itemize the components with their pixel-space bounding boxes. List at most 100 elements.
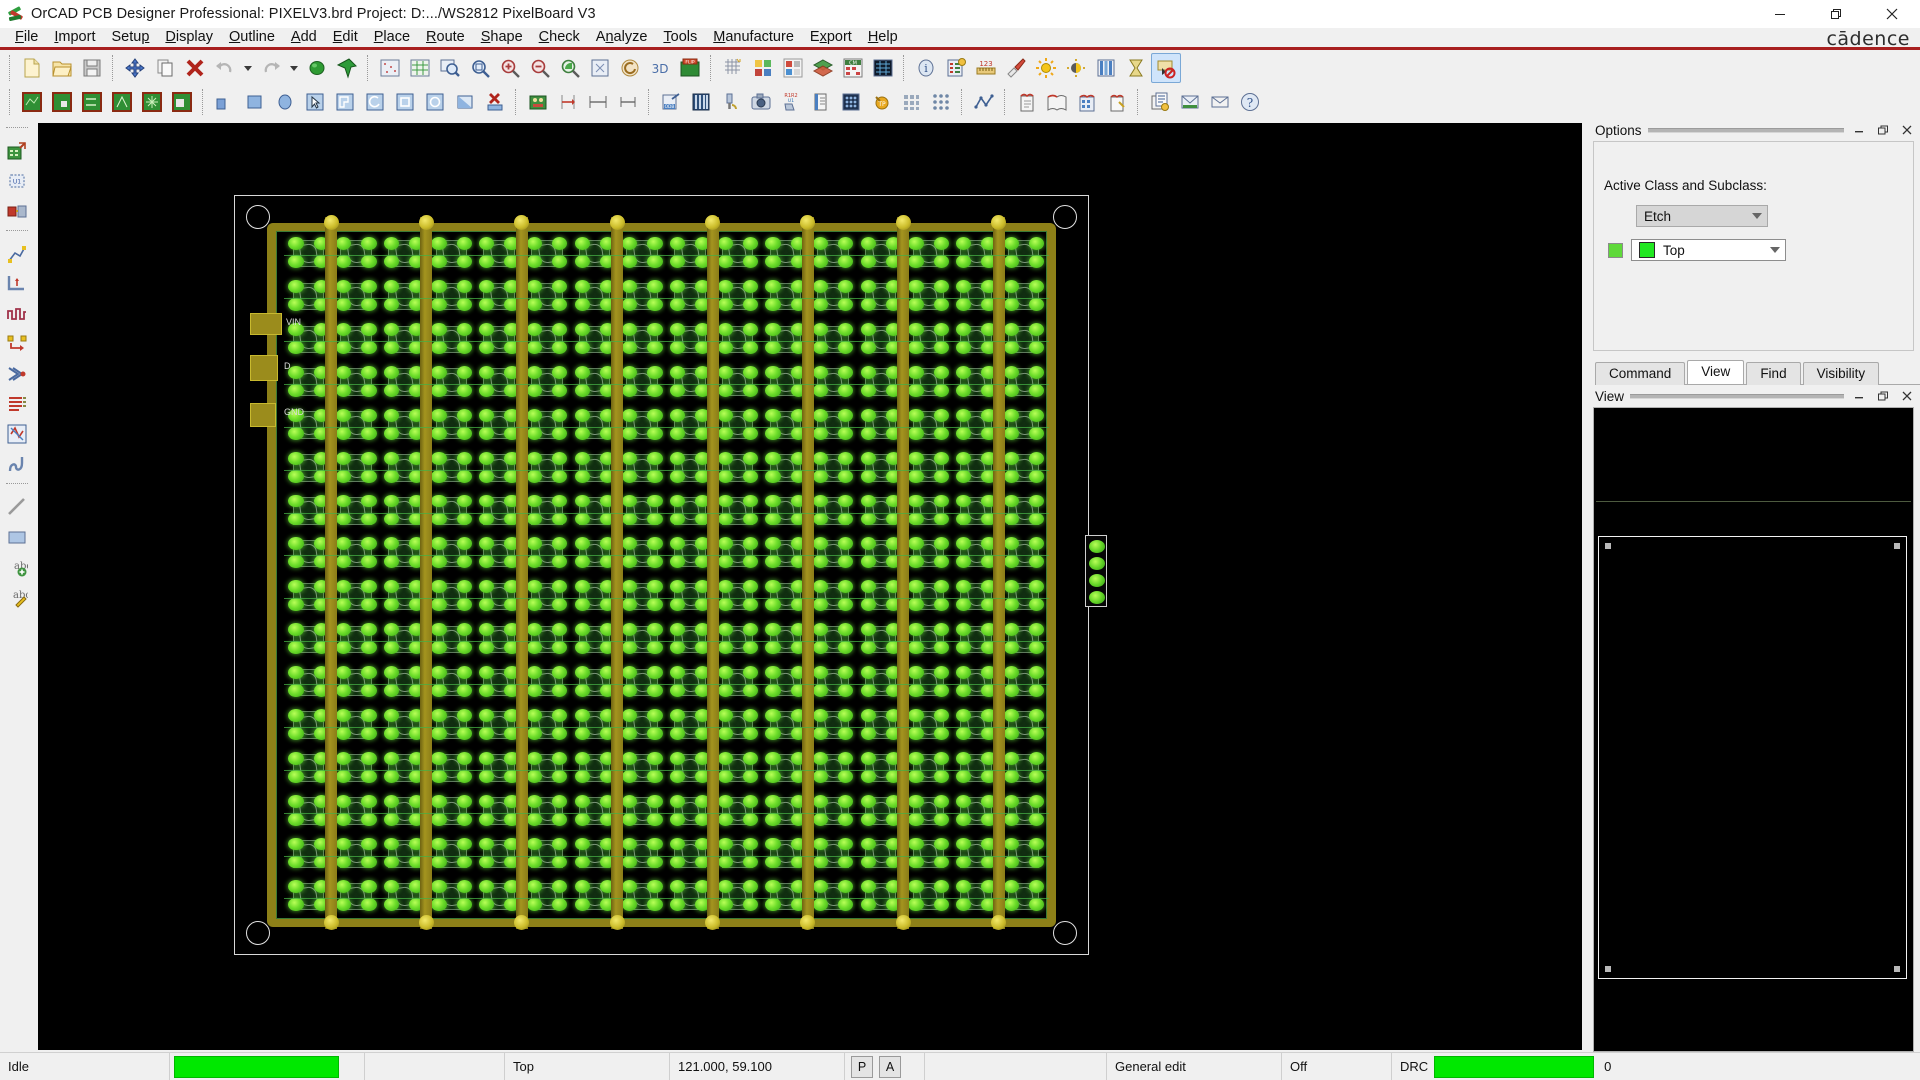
- led-pixel-cell[interactable]: [620, 790, 668, 833]
- pick-mode-button[interactable]: P: [851, 1056, 873, 1078]
- menu-analyze[interactable]: Analyze: [588, 28, 656, 47]
- swap-components-icon[interactable]: [77, 87, 107, 117]
- led-pixel-cell[interactable]: [429, 748, 477, 791]
- led-pixel-cell[interactable]: [668, 405, 716, 448]
- led-pixel-cell[interactable]: [954, 362, 1002, 405]
- led-pixel-cell[interactable]: [763, 490, 811, 533]
- led-pixel-cell[interactable]: [334, 233, 382, 276]
- led-pixel-cell[interactable]: [524, 576, 572, 619]
- led-pixel-cell[interactable]: [906, 362, 954, 405]
- dimension-both-icon[interactable]: [613, 87, 643, 117]
- autoplace-icon[interactable]: [137, 87, 167, 117]
- led-pixel-cell[interactable]: [858, 533, 906, 576]
- led-pixel-cell[interactable]: [572, 705, 620, 748]
- pcb-design-canvas[interactable]: VIN D GND: [38, 123, 1582, 1050]
- led-pixel-cell[interactable]: [1001, 319, 1049, 362]
- led-pixel-cell[interactable]: [477, 319, 525, 362]
- led-pixel-cell[interactable]: [381, 405, 429, 448]
- led-pixel-cell[interactable]: [1001, 533, 1049, 576]
- led-pixel-cell[interactable]: [715, 619, 763, 662]
- led-pixel-cell[interactable]: [477, 876, 525, 919]
- led-pixel-cell[interactable]: [954, 233, 1002, 276]
- led-pixel-cell[interactable]: [620, 319, 668, 362]
- led-pixel-cell[interactable]: [715, 490, 763, 533]
- options-minimize-button[interactable]: [1850, 121, 1868, 139]
- viewport-handle[interactable]: [1894, 966, 1900, 972]
- led-pixel-cell[interactable]: [715, 533, 763, 576]
- led-pixel-cell[interactable]: [286, 748, 334, 791]
- led-pixel-cell[interactable]: [286, 705, 334, 748]
- led-pixel-cell[interactable]: [572, 833, 620, 876]
- led-pixel-cell[interactable]: [954, 662, 1002, 705]
- led-pixel-cell[interactable]: [429, 833, 477, 876]
- cross-section-icon[interactable]: [1091, 53, 1121, 83]
- led-pixel-cell[interactable]: [811, 319, 859, 362]
- swap-pins-icon[interactable]: [2, 196, 32, 226]
- shape-circle-icon[interactable]: [270, 87, 300, 117]
- place-jumper-icon[interactable]: [167, 87, 197, 117]
- place-replicate-icon[interactable]: [107, 87, 137, 117]
- menu-import[interactable]: Import: [46, 28, 103, 47]
- signal-analysis-icon[interactable]: [969, 87, 999, 117]
- led-pixel-cell[interactable]: [572, 233, 620, 276]
- led-pixel-cell[interactable]: [620, 833, 668, 876]
- led-pixel-cell[interactable]: [858, 405, 906, 448]
- tab-find[interactable]: Find: [1746, 362, 1800, 385]
- led-pixel-cell[interactable]: [1001, 276, 1049, 319]
- led-pixel-cell[interactable]: [763, 276, 811, 319]
- led-pixel-cell[interactable]: [334, 662, 382, 705]
- led-pixel-cell[interactable]: [477, 833, 525, 876]
- shape-polygon-icon[interactable]: [330, 87, 360, 117]
- led-pixel-cell[interactable]: [381, 490, 429, 533]
- led-pixel-cell[interactable]: [763, 319, 811, 362]
- led-pixel-cell[interactable]: [858, 576, 906, 619]
- led-pixel-cell[interactable]: [1001, 705, 1049, 748]
- led-pixel-cell[interactable]: [1001, 405, 1049, 448]
- autoroute-icon[interactable]: [2, 419, 32, 449]
- led-pixel-cell[interactable]: [906, 276, 954, 319]
- led-pixel-cell[interactable]: [906, 447, 954, 490]
- led-pixel-cell[interactable]: [429, 876, 477, 919]
- custom-smooth-icon[interactable]: [2, 329, 32, 359]
- zoom-selection-icon[interactable]: [555, 53, 585, 83]
- led-pixel-cell[interactable]: [429, 362, 477, 405]
- led-pixel-cell[interactable]: [286, 619, 334, 662]
- led-pixel-cell[interactable]: [381, 319, 429, 362]
- led-pixel-cell[interactable]: [286, 876, 334, 919]
- led-pixel-cell[interactable]: [715, 233, 763, 276]
- led-pixel-cell[interactable]: [334, 705, 382, 748]
- led-pixel-cell[interactable]: [286, 490, 334, 533]
- led-pixel-cell[interactable]: [572, 362, 620, 405]
- drill-legend-icon[interactable]: [523, 87, 553, 117]
- led-pixel-cell[interactable]: [763, 533, 811, 576]
- led-pixel-cell[interactable]: [524, 447, 572, 490]
- led-pixel-cell[interactable]: [286, 233, 334, 276]
- led-pixel-cell[interactable]: [620, 619, 668, 662]
- led-pixel-cell[interactable]: [668, 876, 716, 919]
- led-pixel-cell[interactable]: [572, 662, 620, 705]
- led-pixel-cell[interactable]: [286, 276, 334, 319]
- led-pixel-cell[interactable]: [954, 833, 1002, 876]
- led-pixel-cell[interactable]: [763, 876, 811, 919]
- led-pixel-cell[interactable]: [524, 705, 572, 748]
- menu-place[interactable]: Place: [366, 28, 418, 47]
- led-pixel-cell[interactable]: [763, 833, 811, 876]
- led-pixel-cell[interactable]: [715, 405, 763, 448]
- view-minimize-button[interactable]: [1850, 387, 1868, 405]
- led-pixel-cell[interactable]: [429, 705, 477, 748]
- led-pixel-cell[interactable]: [1001, 619, 1049, 662]
- led-pixel-cell[interactable]: [429, 533, 477, 576]
- led-pixel-cell[interactable]: [524, 319, 572, 362]
- led-pixel-cell[interactable]: [668, 276, 716, 319]
- logic-icon[interactable]: [1175, 87, 1205, 117]
- maximize-button[interactable]: [1808, 0, 1864, 28]
- active-subclass-select[interactable]: Top: [1631, 239, 1786, 261]
- silkscreen-icon[interactable]: R1R2U1: [776, 87, 806, 117]
- led-pixel-cell[interactable]: [763, 705, 811, 748]
- led-pixel-cell[interactable]: [1001, 576, 1049, 619]
- color-by-net-icon[interactable]: [1001, 53, 1031, 83]
- copy-icon[interactable]: [150, 53, 180, 83]
- zoom-fit-icon[interactable]: [375, 53, 405, 83]
- led-pixel-cell[interactable]: [668, 790, 716, 833]
- led-pixel-cell[interactable]: [620, 447, 668, 490]
